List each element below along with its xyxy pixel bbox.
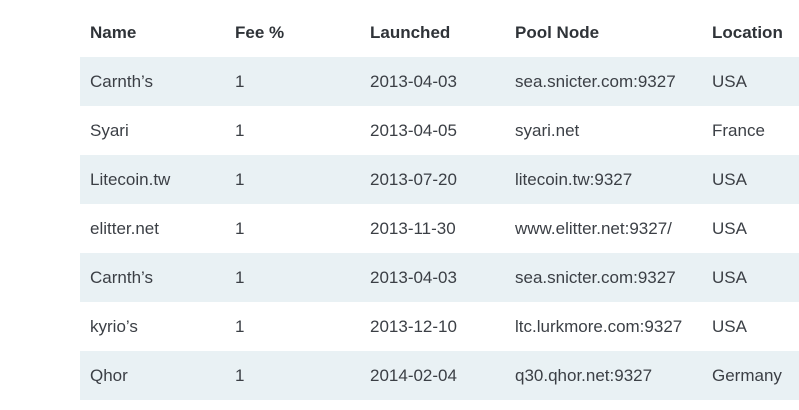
cell-location: USA xyxy=(712,71,747,91)
column-header-pool-node[interactable]: Pool Node xyxy=(505,8,702,57)
cell-location: France xyxy=(712,120,765,140)
cell-launched: 2013-11-30 xyxy=(370,218,456,238)
cell-name: elitter.net xyxy=(90,218,159,238)
cell-launched: 2013-07-20 xyxy=(370,169,457,189)
cell-fee: 1 xyxy=(235,316,245,336)
table-row: Litecoin.tw 1 2013-07-20 litecoin.tw:932… xyxy=(80,155,799,204)
cell-fee: 1 xyxy=(235,169,245,189)
column-header-launched[interactable]: Launched xyxy=(360,8,505,57)
cell-name: Litecoin.tw xyxy=(90,169,171,189)
cell-pool-node: sea.snicter.com:9327 xyxy=(515,71,676,91)
table-row: elitter.net 1 2013-11-30 www.elitter.net… xyxy=(80,204,799,253)
header-row: Name Fee % Launched Pool Node Location xyxy=(80,8,799,57)
cell-location: USA xyxy=(712,267,747,287)
cell-name: Syari xyxy=(90,120,129,140)
cell-launched: 2013-04-03 xyxy=(370,267,457,287)
cell-fee: 1 xyxy=(235,120,245,140)
column-header-name[interactable]: Name xyxy=(80,8,225,57)
column-header-fee[interactable]: Fee % xyxy=(225,8,360,57)
table-row: Syari 1 2013-04-05 syari.net France xyxy=(80,106,799,155)
cell-pool-node: q30.qhor.net:9327 xyxy=(515,365,653,385)
table-row: kyrio’s 1 2013-12-10 ltc.lurkmore.com:93… xyxy=(80,302,799,351)
cell-launched: 2013-04-03 xyxy=(370,71,457,91)
cell-location: Germany xyxy=(712,365,782,385)
cell-launched: 2013-04-05 xyxy=(370,120,457,140)
table-header: Name Fee % Launched Pool Node Location xyxy=(80,8,799,57)
cell-name: kyrio’s xyxy=(90,316,138,336)
table-body: Carnth’s 1 2013-04-03 sea.snicter.com:93… xyxy=(80,57,799,400)
table-row: Carnth’s 1 2013-04-03 sea.snicter.com:93… xyxy=(80,253,799,302)
cell-pool-node: ltc.lurkmore.com:9327 xyxy=(515,316,683,336)
cell-pool-node: sea.snicter.com:9327 xyxy=(515,267,676,287)
cell-name: Carnth’s xyxy=(90,71,153,91)
cell-pool-node: litecoin.tw:9327 xyxy=(515,169,633,189)
pool-table: Name Fee % Launched Pool Node Location C… xyxy=(80,8,799,400)
cell-fee: 1 xyxy=(235,365,245,385)
column-header-location[interactable]: Location xyxy=(702,8,799,57)
cell-name: Carnth’s xyxy=(90,267,153,287)
cell-pool-node: www.elitter.net:9327/ xyxy=(515,218,672,238)
table-row: Carnth’s 1 2013-04-03 sea.snicter.com:93… xyxy=(80,57,799,106)
cell-location: USA xyxy=(712,218,747,238)
cell-launched: 2013-12-10 xyxy=(370,316,457,336)
cell-fee: 1 xyxy=(235,71,245,91)
table-row: Qhor 1 2014-02-04 q30.qhor.net:9327 Germ… xyxy=(80,351,799,400)
cell-location: USA xyxy=(712,169,747,189)
cell-pool-node: syari.net xyxy=(515,120,580,140)
cell-fee: 1 xyxy=(235,218,245,238)
cell-location: USA xyxy=(712,316,747,336)
cell-fee: 1 xyxy=(235,267,245,287)
cell-name: Qhor xyxy=(90,365,128,385)
cell-launched: 2014-02-04 xyxy=(370,365,457,385)
pool-table-container: Name Fee % Launched Pool Node Location C… xyxy=(80,8,799,400)
